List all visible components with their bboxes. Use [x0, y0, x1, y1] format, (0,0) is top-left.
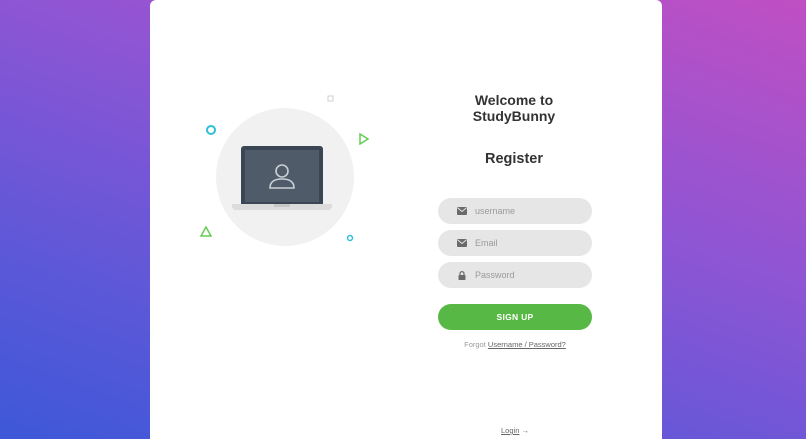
lock-icon — [456, 270, 467, 281]
email-input[interactable] — [475, 238, 575, 248]
envelope-icon — [456, 206, 467, 217]
square-decoration-icon — [327, 95, 334, 102]
forgot-credentials: Forgot Username / Password? — [438, 340, 592, 349]
welcome-line-1: Welcome to — [474, 92, 554, 108]
auth-card: Welcome to StudyBunny Register SIGN UP F… — [150, 0, 662, 439]
welcome-line-2: StudyBunny — [472, 108, 556, 124]
triangle-decoration-icon — [200, 226, 212, 237]
arrow-right-icon[interactable]: → — [521, 426, 529, 435]
login-link-row: Login → — [438, 426, 592, 435]
forgot-username-password-link[interactable]: Username / Password? — [488, 340, 566, 349]
illustration — [150, 0, 410, 439]
user-avatar-icon — [269, 164, 295, 189]
forgot-prefix: Forgot — [464, 340, 486, 349]
welcome-title: Welcome to StudyBunny — [438, 92, 590, 124]
email-field — [438, 230, 592, 256]
circle-decoration-icon — [206, 125, 216, 135]
play-triangle-decoration-icon — [359, 133, 370, 145]
envelope-icon — [456, 238, 467, 249]
sign-up-button[interactable]: SIGN UP — [438, 304, 592, 330]
register-heading: Register — [484, 151, 544, 167]
username-field — [438, 198, 592, 224]
password-field — [438, 262, 592, 288]
laptop-notch — [274, 204, 290, 207]
username-input[interactable] — [475, 206, 575, 216]
dot-decoration-icon — [346, 234, 354, 242]
password-input[interactable] — [475, 270, 575, 280]
login-link[interactable]: Login — [501, 426, 519, 435]
laptop-icon — [241, 146, 323, 204]
